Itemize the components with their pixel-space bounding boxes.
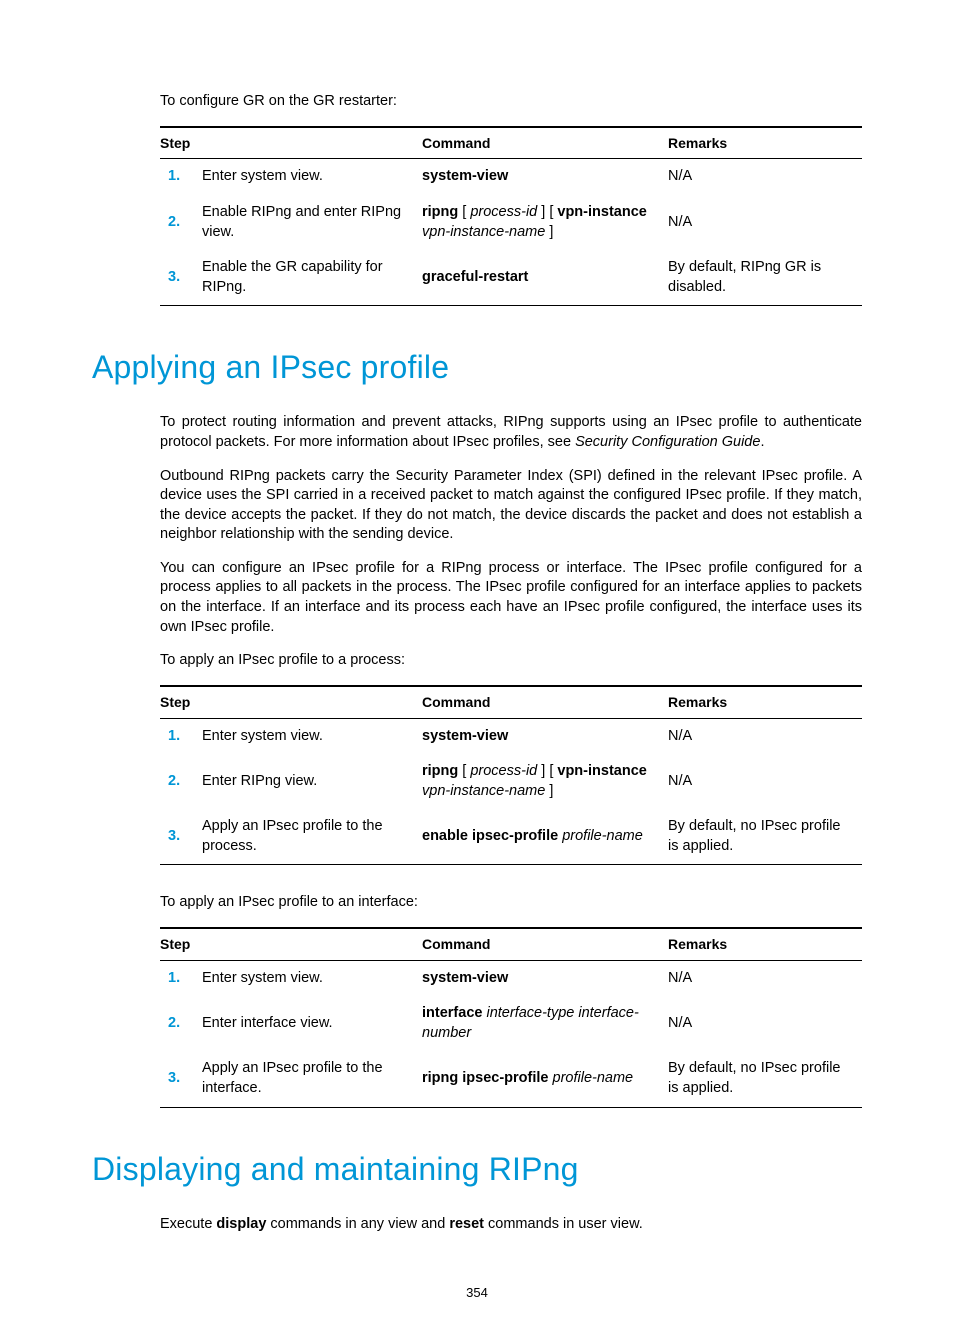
- step-number: 1.: [160, 718, 202, 754]
- step-text: Enable RIPng and enter RIPng view.: [202, 195, 422, 250]
- remarks-text: N/A: [668, 960, 862, 996]
- table-row: 1. Enter system view. system-view N/A: [160, 960, 862, 996]
- th-command: Command: [422, 928, 668, 960]
- heading-applying-ipsec: Applying an IPsec profile: [92, 346, 862, 389]
- remarks-text: N/A: [668, 159, 862, 195]
- command-text: system-view: [422, 960, 668, 996]
- step-number: 3.: [160, 809, 202, 865]
- table-row: 1. Enter system view. system-view N/A: [160, 718, 862, 754]
- command-text: ripng [ process-id ] [ vpn-instance vpn-…: [422, 195, 668, 250]
- remarks-text: N/A: [668, 195, 862, 250]
- th-step: Step: [160, 686, 422, 718]
- th-remarks: Remarks: [668, 928, 862, 960]
- table-ipsec-process: Step Command Remarks 1. Enter system vie…: [160, 685, 862, 866]
- table-row: 3. Enable the GR capability for RIPng. g…: [160, 250, 862, 306]
- command-text: ripng [ process-id ] [ vpn-instance vpn-…: [422, 754, 668, 809]
- table-row: 3. Apply an IPsec profile to the process…: [160, 809, 862, 865]
- step-text: Enter system view.: [202, 718, 422, 754]
- th-remarks: Remarks: [668, 686, 862, 718]
- step-text: Enter interface view.: [202, 996, 422, 1051]
- step-number: 2.: [160, 996, 202, 1051]
- th-remarks: Remarks: [668, 127, 862, 159]
- step-text: Apply an IPsec profile to the process.: [202, 809, 422, 865]
- step-text: Apply an IPsec profile to the interface.: [202, 1051, 422, 1107]
- paragraph: Outbound RIPng packets carry the Securit…: [160, 467, 862, 545]
- command-text: system-view: [422, 718, 668, 754]
- remarks-text: By default, no IPsec profile is applied.: [668, 1051, 862, 1107]
- page-number: 354: [92, 1284, 862, 1302]
- intro-gr-restarter: To configure GR on the GR restarter:: [160, 92, 862, 112]
- paragraph: Execute display commands in any view and…: [160, 1215, 862, 1235]
- table-row: 1. Enter system view. system-view N/A: [160, 159, 862, 195]
- table-row: 2. Enable RIPng and enter RIPng view. ri…: [160, 195, 862, 250]
- command-text: system-view: [422, 159, 668, 195]
- table-ipsec-interface: Step Command Remarks 1. Enter system vie…: [160, 927, 862, 1108]
- step-number: 2.: [160, 754, 202, 809]
- step-number: 3.: [160, 1051, 202, 1107]
- paragraph: You can configure an IPsec profile for a…: [160, 559, 862, 637]
- table-row: 3. Apply an IPsec profile to the interfa…: [160, 1051, 862, 1107]
- remarks-text: N/A: [668, 754, 862, 809]
- th-command: Command: [422, 686, 668, 718]
- command-text: graceful-restart: [422, 250, 668, 306]
- step-text: Enter RIPng view.: [202, 754, 422, 809]
- step-text: Enter system view.: [202, 159, 422, 195]
- th-step: Step: [160, 928, 422, 960]
- table-row: 2. Enter interface view. interface inter…: [160, 996, 862, 1051]
- step-number: 3.: [160, 250, 202, 306]
- step-text: Enable the GR capability for RIPng.: [202, 250, 422, 306]
- command-text: interface interface-type interface-numbe…: [422, 996, 668, 1051]
- remarks-text: N/A: [668, 996, 862, 1051]
- table-gr-restarter: Step Command Remarks 1. Enter system vie…: [160, 126, 862, 307]
- remarks-text: N/A: [668, 718, 862, 754]
- command-text: ripng ipsec-profile profile-name: [422, 1051, 668, 1107]
- step-number: 1.: [160, 159, 202, 195]
- heading-displaying-ripng: Displaying and maintaining RIPng: [92, 1148, 862, 1191]
- step-number: 2.: [160, 195, 202, 250]
- th-step: Step: [160, 127, 422, 159]
- step-text: Enter system view.: [202, 960, 422, 996]
- lead-apply-process: To apply an IPsec profile to a process:: [160, 651, 862, 671]
- command-text: enable ipsec-profile profile-name: [422, 809, 668, 865]
- lead-apply-interface: To apply an IPsec profile to an interfac…: [160, 893, 862, 913]
- paragraph: To protect routing information and preve…: [160, 413, 862, 452]
- th-command: Command: [422, 127, 668, 159]
- remarks-text: By default, no IPsec profile is applied.: [668, 809, 862, 865]
- step-number: 1.: [160, 960, 202, 996]
- remarks-text: By default, RIPng GR is disabled.: [668, 250, 862, 306]
- table-row: 2. Enter RIPng view. ripng [ process-id …: [160, 754, 862, 809]
